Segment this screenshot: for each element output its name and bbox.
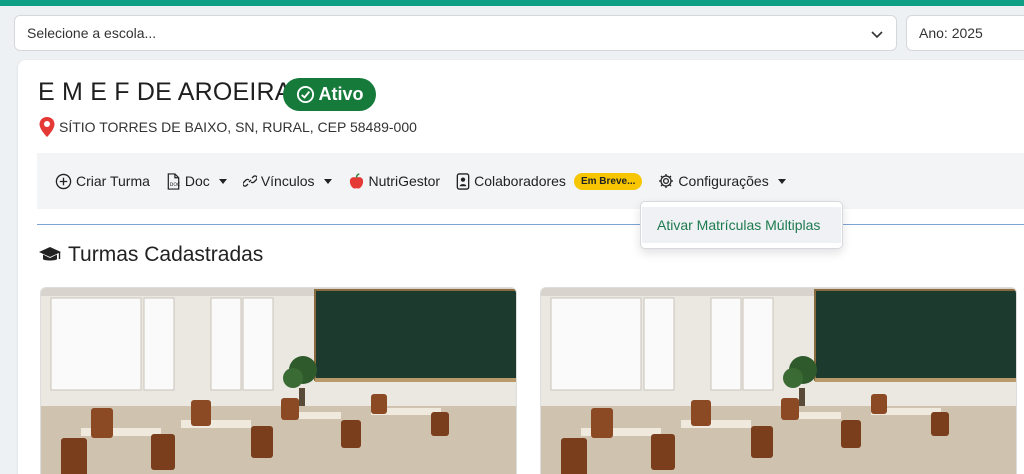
top-accent-bar	[0, 0, 1024, 6]
section-divider	[37, 224, 1024, 225]
section-title-text: Turmas Cadastradas	[68, 243, 264, 266]
colaboradores-label: Colaboradores	[474, 173, 566, 189]
ativar-matriculas-multiplas-item[interactable]: Ativar Matrículas Múltiplas	[642, 207, 841, 243]
school-name: E M E F DE AROEIRAS	[38, 78, 309, 106]
caret-down-icon	[323, 178, 332, 184]
chevron-down-icon	[871, 31, 883, 39]
graduation-cap-icon	[39, 247, 61, 261]
configuracoes-dropdown: Ativar Matrículas Múltiplas	[640, 201, 843, 249]
status-badge-label: Ativo	[318, 84, 364, 104]
classroom-image	[41, 288, 516, 474]
apple-icon	[349, 172, 363, 189]
section-title: Turmas Cadastradas	[38, 243, 263, 267]
gear-icon	[659, 174, 674, 188]
doc-label: Doc	[184, 173, 210, 189]
configuracoes-menu-button[interactable]: Configurações	[658, 173, 786, 189]
school-address: SÍTIO TORRES DE BAIXO, SN, RURAL, CEP 58…	[38, 116, 417, 138]
caret-down-icon	[777, 178, 786, 184]
school-select-placeholder: Selecione a escola...	[27, 25, 157, 41]
vinculos-menu-button[interactable]: Vínculos	[242, 173, 332, 189]
class-card[interactable]	[540, 287, 1017, 474]
plus-circle-icon	[55, 173, 72, 189]
school-toolbar: Criar Turma DOC Doc Vínculos NutriGestor…	[37, 153, 1024, 209]
year-select[interactable]: Ano: 2025	[906, 15, 1024, 51]
doc-menu-button[interactable]: DOC Doc	[166, 172, 227, 190]
link-icon	[242, 175, 257, 187]
map-pin-icon	[39, 117, 55, 137]
year-select-label: Ano: 2025	[919, 25, 983, 41]
classroom-image	[541, 288, 1016, 474]
id-badge-icon	[456, 172, 470, 190]
caret-down-icon	[218, 178, 227, 184]
status-badge: Ativo	[283, 78, 376, 111]
school-address-text: SÍTIO TORRES DE BAIXO, SN, RURAL, CEP 58…	[59, 119, 417, 135]
school-select[interactable]: Selecione a escola...	[14, 15, 897, 51]
criar-turma-label: Criar Turma	[76, 173, 150, 189]
criar-turma-button[interactable]: Criar Turma	[55, 173, 150, 190]
check-circle-icon	[296, 85, 314, 104]
configuracoes-label: Configurações	[678, 173, 769, 189]
nutrigestor-button[interactable]: NutriGestor	[348, 172, 441, 190]
colaboradores-button[interactable]: Colaboradores Em Breve...	[456, 172, 643, 190]
document-icon: DOC	[167, 172, 181, 190]
svg-text:DOC: DOC	[170, 182, 181, 188]
nutrigestor-label: NutriGestor	[368, 173, 441, 189]
vinculos-label: Vínculos	[260, 173, 315, 189]
em-breve-badge: Em Breve...	[573, 172, 643, 190]
class-card[interactable]	[40, 287, 517, 474]
